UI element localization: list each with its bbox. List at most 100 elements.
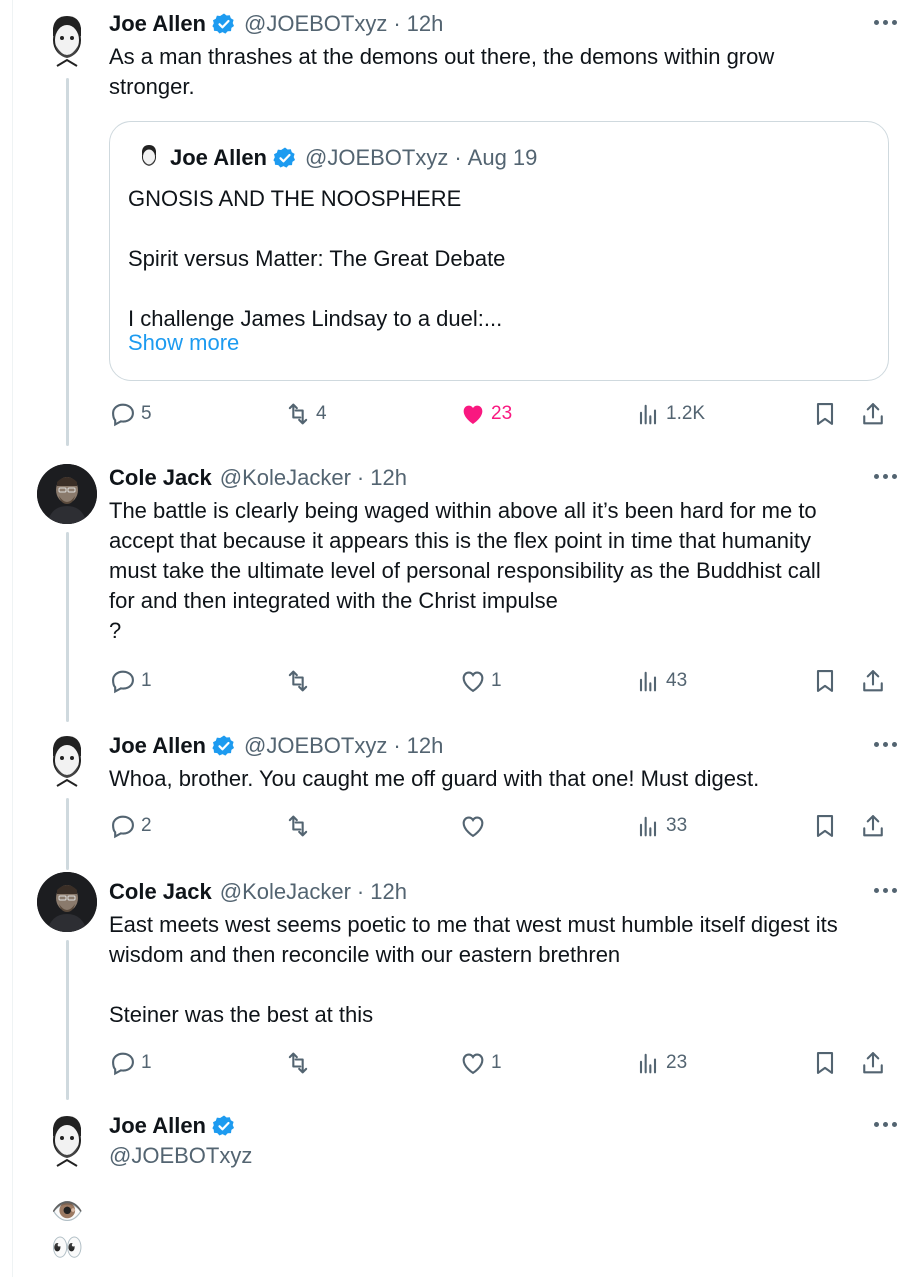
separator-dot: · [393,11,401,36]
repost-icon [288,670,308,692]
cole-jack-avatar-icon [37,872,97,932]
heart-icon [462,816,484,838]
repost-icon [288,815,308,837]
repost-button[interactable] [284,1047,316,1079]
share-icon [863,670,883,692]
like-button[interactable] [459,810,491,842]
heart-icon [462,671,484,693]
verified-badge-icon [212,1114,236,1138]
reply-button[interactable]: 5 [109,398,152,430]
views-count: 33 [666,815,688,836]
views-chart-icon [639,671,657,692]
tweet-text: Whoa, brother. You caught me off guard w… [109,766,760,791]
joe-allen-avatar-icon [37,1110,97,1170]
timestamp[interactable]: 12h [407,11,444,37]
timestamp[interactable]: 12h [407,733,444,759]
like-button[interactable]: 1 [459,1047,502,1079]
share-icon [863,1052,883,1074]
author-handle[interactable]: @JOEBOTxyz [244,733,387,759]
avatar[interactable] [37,464,97,524]
separator-dot: · [393,733,401,758]
avatar[interactable] [37,730,97,790]
avatar[interactable] [37,10,97,70]
bookmark-button[interactable] [811,665,839,697]
quoted-tweet-text: GNOSIS AND THE NOOSPHERE Spirit versus M… [128,186,506,331]
tweet-4[interactable]: Cole Jack @KoleJacker · 12h East meets w… [13,856,924,1100]
like-button[interactable]: 1 [459,665,502,697]
share-button[interactable] [859,665,887,697]
repost-button[interactable] [284,810,316,842]
views-button[interactable]: 33 [634,810,687,842]
like-button[interactable]: 23 [459,398,512,430]
views-button[interactable]: 43 [634,665,687,697]
reply-icon [112,1052,134,1076]
bookmark-icon [816,403,834,425]
verified-badge-icon [212,734,236,758]
reply-button[interactable]: 2 [109,810,152,842]
verified-badge-icon [212,12,236,36]
author-name[interactable]: Joe Allen [109,733,206,759]
author-name[interactable]: Cole Jack [109,879,212,905]
focused-tweet[interactable]: Joe Allen @JOEBOTxyz 👁️ 👀 [13,1096,924,1277]
bookmark-icon [816,815,834,837]
tweet-text: The battle is clearly being waged within… [109,498,821,643]
thread-connector [66,532,69,722]
author-name[interactable]: Joe Allen [109,1113,206,1139]
bookmark-button[interactable] [811,1047,839,1079]
author-handle[interactable]: @JOEBOTxyz [244,11,387,37]
heart-icon [462,1053,484,1075]
tweet-actions: 5 4 23 1.2K [109,398,899,430]
repost-button[interactable] [284,665,316,697]
timestamp[interactable]: 12h [370,879,407,905]
avatar[interactable] [37,1110,97,1170]
author-name[interactable]: Joe Allen [109,11,206,37]
more-options-icon[interactable] [874,474,897,479]
repost-button[interactable]: 4 [284,398,327,430]
show-more-link[interactable]: Show more [128,328,239,358]
like-count: 1 [491,670,502,691]
author-handle[interactable]: @JOEBOTxyz [109,1143,252,1169]
tweet-1[interactable]: Joe Allen @JOEBOTxyz · 12h As a man thra… [13,0,924,446]
share-button[interactable] [859,398,887,430]
tweet-2[interactable]: Cole Jack @KoleJacker · 12h The battle i… [13,440,924,722]
joe-allen-avatar-icon [134,142,164,172]
tweet-actions: 1 1 43 [109,665,899,697]
share-icon [863,815,883,837]
reply-icon [112,815,134,839]
more-options-icon[interactable] [874,742,897,747]
author-handle[interactable]: @KoleJacker [220,465,351,491]
quoted-author-handle: @JOEBOTxyz [305,145,449,170]
separator-dot: · [356,465,365,490]
views-button[interactable]: 1.2K [634,398,705,430]
share-icon [863,403,883,425]
views-chart-icon [639,816,657,837]
author-name[interactable]: Cole Jack [109,465,212,491]
bookmark-button[interactable] [811,810,839,842]
separator-dot: · [454,145,462,170]
reply-button[interactable]: 1 [109,665,152,697]
more-options-icon[interactable] [874,1122,897,1127]
reply-button[interactable]: 1 [109,1047,152,1079]
avatar[interactable] [37,872,97,932]
tweet-emoji-line-1: 👁️ [51,1196,84,1226]
timestamp[interactable]: 12h [370,465,407,491]
reply-count: 5 [141,403,152,424]
quoted-tweet[interactable]: Joe Allen @JOEBOTxyz · Aug 19 GNOSIS AND… [109,121,889,381]
share-button[interactable] [859,810,887,842]
reply-count: 1 [141,1052,152,1073]
author-handle[interactable]: @KoleJacker [220,879,351,905]
conversation-thread: Joe Allen @JOEBOTxyz · 12h As a man thra… [12,0,924,1277]
share-button[interactable] [859,1047,887,1079]
bookmark-button[interactable] [811,398,839,430]
repost-icon [288,403,308,425]
more-options-icon[interactable] [874,888,897,893]
more-options-icon[interactable] [874,20,897,25]
views-count: 43 [666,670,688,691]
like-count: 1 [491,1052,502,1073]
cole-jack-avatar-icon [37,464,97,524]
bookmark-icon [816,1052,834,1074]
views-button[interactable]: 23 [634,1047,687,1079]
quoted-author-name: Joe Allen [170,145,267,170]
tweet-actions: 2 33 [109,810,899,842]
tweet-3[interactable]: Joe Allen @JOEBOTxyz · 12h Whoa, brother… [13,708,924,870]
